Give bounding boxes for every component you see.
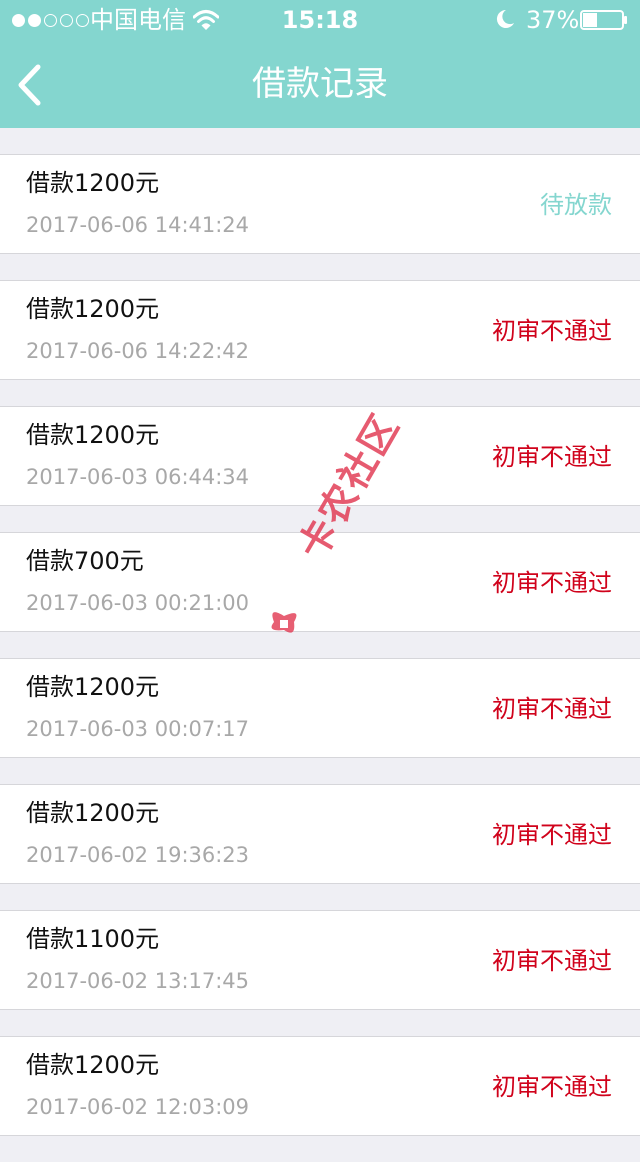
record-status-badge: 待放款: [540, 191, 612, 219]
record-title: 借款1200元: [26, 1051, 160, 1079]
record-row[interactable]: 借款1200元 2017-06-02 12:03:09 初审不通过: [0, 1036, 640, 1136]
record-title: 借款1200元: [26, 169, 160, 197]
battery-fill: [583, 13, 597, 27]
record-status-badge: 初审不通过: [492, 317, 612, 345]
record-status-badge: 初审不通过: [492, 821, 612, 849]
record-status-badge: 初审不通过: [492, 569, 612, 597]
record-title: 借款700元: [26, 547, 144, 575]
record-title: 借款1200元: [26, 295, 160, 323]
record-row[interactable]: 借款1200元 2017-06-03 00:07:17 初审不通过: [0, 658, 640, 758]
record-row[interactable]: 借款1200元 2017-06-06 14:22:42 初审不通过: [0, 280, 640, 380]
record-title: 借款1200元: [26, 673, 160, 701]
record-timestamp: 2017-06-02 13:17:45: [26, 969, 250, 993]
record-row[interactable]: 借款1100元 2017-06-02 13:17:45 初审不通过: [0, 910, 640, 1010]
battery-icon: [580, 10, 627, 30]
record-row[interactable]: 借款700元 2017-06-03 00:21:00 初审不通过: [0, 532, 640, 632]
record-row[interactable]: 借款1200元 2017-06-03 06:44:34 初审不通过: [0, 406, 640, 506]
record-timestamp: 2017-06-03 00:07:17: [26, 717, 250, 741]
moon-icon: [496, 9, 514, 28]
battery-percentage: 37%: [526, 6, 580, 34]
record-row[interactable]: 借款1200元 2017-06-06 14:41:24 待放款: [0, 154, 640, 254]
page-title: 借款记录: [252, 64, 388, 104]
record-list: 借款1200元 2017-06-06 14:41:24 待放款 借款1200元 2017…: [0, 154, 640, 1162]
record-timestamp: 2017-06-02 12:03:09: [26, 1095, 250, 1119]
record-status-badge: 初审不通过: [492, 695, 612, 723]
record-timestamp: 2017-06-06 14:41:24: [26, 213, 250, 237]
status-bar: 中国电信 15:18 37%: [0, 0, 640, 40]
record-title: 借款1200元: [26, 799, 160, 827]
header: 中国电信 15:18 37% 借款记录: [0, 0, 640, 128]
nav-bar: 借款记录: [0, 40, 640, 128]
record-timestamp: 2017-06-03 06:44:34: [26, 465, 250, 489]
record-status-badge: 初审不通过: [492, 947, 612, 975]
record-title: 借款1200元: [26, 421, 160, 449]
record-timestamp: 2017-06-02 19:36:23: [26, 843, 250, 867]
record-row[interactable]: 借款1200元 2017-06-02 19:36:23 初审不通过: [0, 784, 640, 884]
record-timestamp: 2017-06-06 14:22:42: [26, 339, 250, 363]
record-title: 借款1100元: [26, 925, 160, 953]
record-timestamp: 2017-06-03 00:21:00: [26, 591, 250, 615]
record-status-badge: 初审不通过: [492, 443, 612, 471]
record-status-badge: 初审不通过: [492, 1073, 612, 1101]
